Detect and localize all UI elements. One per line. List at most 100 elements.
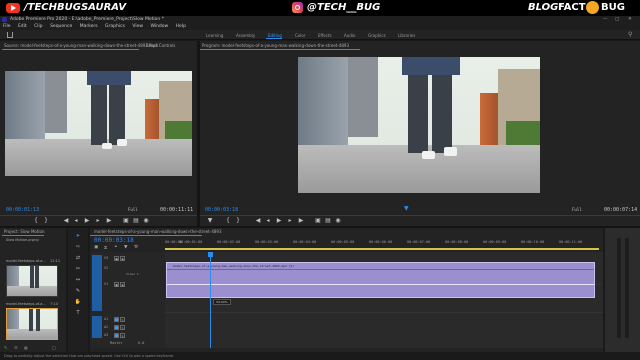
program-tab[interactable]: Program: model-feetsteps-of-a-young-man-… [202, 42, 349, 49]
minimize-icon[interactable]: — [603, 16, 608, 23]
play-icon[interactable]: ▶ [275, 217, 283, 225]
eye-icon[interactable]: ◉ [120, 282, 125, 287]
hand-tool-icon[interactable]: ✋ [74, 298, 82, 306]
effect-controls-tab[interactable]: Effect Controls [146, 42, 175, 49]
youtube-handle: /TECHBUGSAURAV [24, 2, 127, 13]
pen-tool-icon[interactable]: ✎ [74, 287, 82, 295]
mark-in-icon[interactable]: { [224, 217, 232, 225]
camera-icon[interactable]: ◉ [142, 217, 150, 225]
nest-icon[interactable]: ▣ [94, 245, 98, 250]
menu-clip[interactable]: Clip [34, 24, 43, 29]
source-patch-v1[interactable] [92, 255, 102, 311]
go-to-in-icon[interactable]: ◀ [254, 217, 262, 225]
menu-help[interactable]: Help [176, 24, 186, 29]
solo-icon[interactable]: S [120, 333, 125, 338]
menu-window[interactable]: Window [150, 24, 168, 29]
menu-file[interactable]: File [3, 24, 11, 29]
eye-icon[interactable]: ◉ [120, 256, 125, 261]
source-patch-a1[interactable] [92, 316, 102, 338]
new-bin-icon[interactable]: ✎ [4, 344, 7, 351]
menu-markers[interactable]: Markers [80, 24, 98, 29]
play-icon[interactable]: ▶ [83, 217, 91, 225]
playhead-handle[interactable] [208, 252, 213, 257]
workspace-audio[interactable]: Audio [344, 33, 355, 38]
type-tool-icon[interactable]: T [74, 309, 82, 317]
track-select-tool-icon[interactable]: ⇨ [74, 243, 82, 251]
mark-in-icon[interactable]: { [32, 217, 40, 225]
menu-graphics[interactable]: Graphics [105, 24, 125, 29]
workspace-libraries[interactable]: Libraries [398, 33, 415, 38]
camera-icon[interactable]: ◉ [334, 217, 342, 225]
project-item-duration: 7:14 [50, 302, 58, 306]
go-to-out-icon[interactable]: ▶ [297, 217, 305, 225]
wrench-icon[interactable]: ⚒ [134, 245, 138, 250]
track-area[interactable]: model-feetsteps-of-a-young-man-walking-d… [165, 252, 603, 348]
source-tab[interactable]: Source: model-feetsteps-of-a-young-man-w… [4, 42, 158, 49]
ripple-edit-tool-icon[interactable]: ⇄ [74, 254, 82, 262]
maximize-icon[interactable]: □ [615, 16, 619, 23]
marker-icon[interactable]: ▼ [124, 245, 127, 250]
video-clip[interactable]: model-feetsteps-of-a-young-man-walking-d… [166, 262, 595, 298]
menu-view[interactable]: View [132, 24, 143, 29]
list-view-icon[interactable]: ☰ [14, 344, 18, 351]
solo-icon[interactable]: S [120, 325, 125, 330]
close-icon[interactable]: ✕ [628, 16, 632, 23]
workspace-effects[interactable]: Effects [318, 33, 332, 38]
mute-icon[interactable]: M [114, 333, 119, 338]
mark-out-icon[interactable]: } [42, 217, 50, 225]
lift-icon[interactable]: ▣ [314, 217, 322, 225]
new-item-icon[interactable]: □ [52, 344, 56, 351]
razor-tool-icon[interactable]: ✂ [74, 265, 82, 273]
menu-sequence[interactable]: Sequence [50, 24, 72, 29]
go-to-out-icon[interactable]: ▶ [105, 217, 113, 225]
linked-selection-icon[interactable]: ⚭ [114, 245, 118, 250]
project-item-thumbnail[interactable] [6, 308, 58, 340]
speed-rubber-band[interactable] [167, 284, 594, 285]
step-forward-icon[interactable]: ▸ [286, 217, 294, 225]
time-ruler[interactable]: 00:00:00 00:00:01:00 00:00:02:00 00:00:0… [165, 237, 603, 251]
step-forward-icon[interactable]: ▸ [94, 217, 102, 225]
program-timecode[interactable]: 00:00:03:18 [205, 207, 238, 213]
mark-out-icon[interactable]: } [234, 217, 242, 225]
workspace-color[interactable]: Color [295, 33, 305, 38]
add-marker-icon[interactable]: ▼ [206, 217, 214, 225]
step-back-icon[interactable]: ◂ [72, 217, 80, 225]
go-to-in-icon[interactable]: ◀ [62, 217, 70, 225]
timeline-timecode[interactable]: 00:00:03:18 [94, 237, 134, 244]
source-fit-select[interactable]: Full [128, 207, 138, 212]
playhead-line[interactable] [210, 252, 211, 348]
workspace-graphics[interactable]: Graphics [368, 33, 386, 38]
step-back-icon[interactable]: ◂ [264, 217, 272, 225]
insert-icon[interactable]: ▣ [122, 217, 130, 225]
selection-tool-icon[interactable]: ➤ [74, 232, 82, 240]
ruler-tick: 00:00:05:00 [331, 240, 355, 244]
mute-icon[interactable]: M [114, 325, 119, 330]
program-scrub-bar[interactable] [200, 215, 640, 216]
timeline-tab[interactable]: model-feetsteps-of-a-young-man-walking-d… [94, 228, 222, 235]
source-timecode[interactable]: 00:00:01:13 [6, 207, 39, 213]
program-fit-select[interactable]: Full [572, 207, 582, 212]
slip-tool-icon[interactable]: ↔ [74, 276, 82, 284]
source-scrub-bar[interactable] [0, 215, 197, 216]
solo-icon[interactable]: S [120, 317, 125, 322]
project-item-thumbnail[interactable] [6, 265, 58, 297]
master-value[interactable]: 0.0 [138, 341, 144, 345]
search-icon[interactable]: ⚲ [628, 31, 632, 38]
lock-icon[interactable]: ● [114, 282, 119, 287]
icon-view-icon[interactable]: ▦ [24, 344, 28, 351]
ruler-tick: 00:00:08:00 [445, 240, 469, 244]
mute-icon[interactable]: M [114, 317, 119, 322]
work-area-bar[interactable] [165, 248, 599, 250]
home-icon[interactable] [7, 32, 13, 38]
source-video-frame [5, 71, 192, 176]
menu-edit[interactable]: Edit [18, 24, 27, 29]
workspace-assembly[interactable]: Assembly [236, 33, 255, 38]
overwrite-icon[interactable]: ▤ [132, 217, 140, 225]
playhead-marker-icon[interactable]: ▼ [404, 205, 409, 212]
project-tab[interactable]: Project: Slow Motion [4, 228, 45, 235]
lock-icon[interactable]: ● [114, 256, 119, 261]
snap-icon[interactable]: ⧖ [104, 245, 107, 251]
project-file-label: Slow Motion.prproj [6, 238, 39, 242]
extract-icon[interactable]: ▤ [324, 217, 332, 225]
workspace-learning[interactable]: Learning [206, 33, 223, 38]
